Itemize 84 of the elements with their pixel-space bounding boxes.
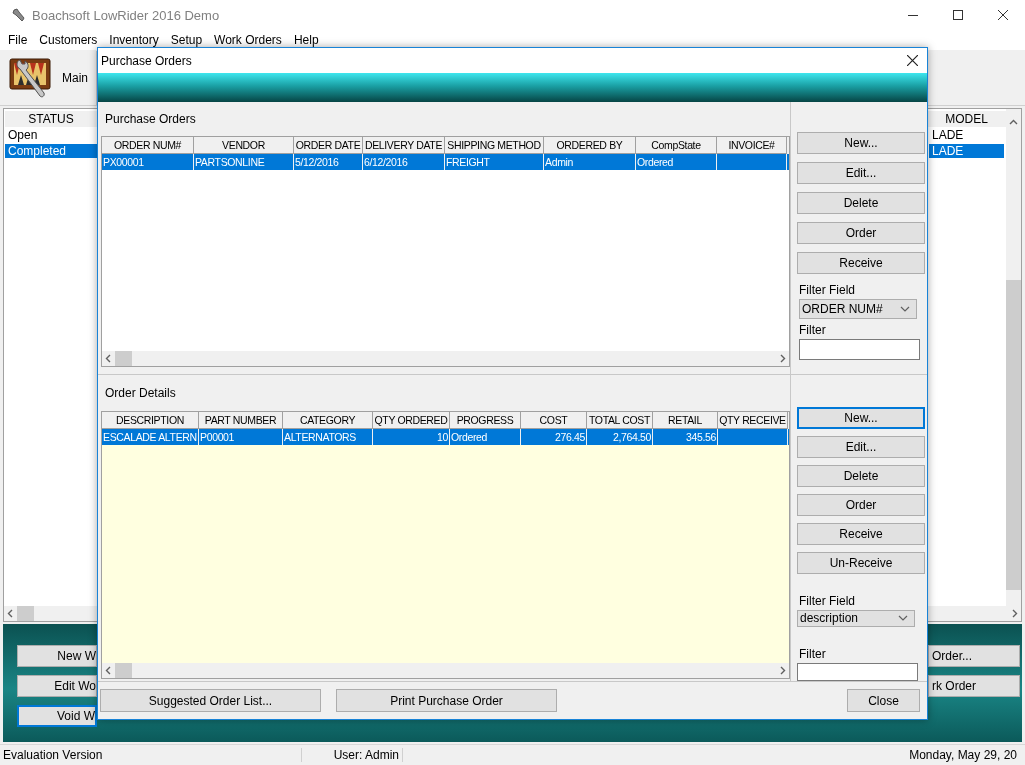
- table-cell[interactable]: LADE: [929, 144, 1004, 158]
- table-cell[interactable]: Open: [5, 128, 97, 142]
- action-button[interactable]: New...: [797, 132, 925, 154]
- filter-input[interactable]: [797, 662, 918, 681]
- filter-field-dropdown[interactable]: description: [797, 610, 915, 627]
- table-cell: FREIGHT: [445, 154, 544, 170]
- filter-field-label: Filter Field: [798, 594, 856, 608]
- maximize-icon: [952, 10, 963, 20]
- action-button[interactable]: Edit Wo: [17, 675, 97, 697]
- action-button[interactable]: Delete: [797, 192, 925, 214]
- toolbar-button[interactable]: Main: [6, 50, 97, 105]
- minimize-icon: [907, 14, 918, 16]
- table-cell: 2,764.50: [587, 429, 653, 445]
- table-cell: 5/12/2016: [294, 154, 363, 170]
- section-label: Order Details: [104, 385, 177, 402]
- filter-input[interactable]: [799, 339, 920, 360]
- action-button[interactable]: Edit...: [797, 436, 925, 458]
- action-button[interactable]: Un-Receive: [797, 552, 925, 574]
- action-button[interactable]: Order: [797, 494, 925, 516]
- table-row[interactable]: PX00001 PARTSONLINE 5/12/2016 6/12/2016 FREIGHT Admin Ordered: [102, 154, 789, 170]
- scroll-left-icon[interactable]: [7, 609, 14, 618]
- scroll-left-icon[interactable]: [105, 666, 112, 675]
- filter-label: Filter: [798, 323, 827, 337]
- menu-item[interactable]: Inventory: [103, 33, 165, 47]
- filter-field-label: Filter Field: [798, 283, 856, 297]
- window-title: Boachsoft LowRider 2016 Demo: [32, 7, 221, 23]
- menu-item[interactable]: Customers: [33, 33, 104, 47]
- table-cell[interactable]: LADE: [929, 128, 1004, 142]
- action-button[interactable]: Order...: [928, 645, 1020, 667]
- table-cell: PX00001: [102, 154, 194, 170]
- action-button[interactable]: Delete: [797, 465, 925, 487]
- close-icon: [906, 55, 918, 66]
- table-cell: ALTERNATORS: [283, 429, 373, 445]
- action-button[interactable]: Order: [797, 222, 925, 244]
- scroll-thumb[interactable]: [1006, 280, 1021, 590]
- menu-item[interactable]: Help: [287, 33, 325, 47]
- table-row[interactable]: ESCALADE ALTERN P00001 ALTERNATORS 10 Ordered 276.45 2,764.50 345.56: [102, 429, 789, 445]
- table-cell: Ordered: [450, 429, 521, 445]
- column-header[interactable]: STATUS: [5, 112, 97, 126]
- action-button[interactable]: Edit...: [797, 162, 925, 184]
- table-cell: 276.45: [521, 429, 587, 445]
- close-dialog-button[interactable]: Close: [847, 689, 920, 712]
- menu-item[interactable]: Work Orders: [208, 33, 288, 47]
- action-button[interactable]: New W: [17, 645, 97, 667]
- menu-item[interactable]: Setup: [164, 33, 209, 47]
- table-cell: Ordered: [636, 154, 717, 170]
- table-cell: 10: [373, 429, 450, 445]
- filter-field-dropdown[interactable]: ORDER NUM#: [799, 299, 917, 319]
- scroll-left-icon[interactable]: [105, 354, 112, 363]
- scroll-right-icon[interactable]: [1011, 609, 1018, 618]
- table-cell: ESCALADE ALTERN: [102, 429, 199, 445]
- table-cell: 6/12/2016: [363, 154, 445, 170]
- action-button[interactable]: New...: [797, 407, 925, 429]
- menu-item[interactable]: File: [2, 33, 34, 47]
- scroll-thumb[interactable]: [17, 606, 34, 621]
- close-icon: [997, 10, 1008, 20]
- scroll-thumb[interactable]: [115, 351, 132, 366]
- table-cell: P00001: [199, 429, 283, 445]
- vertical-scrollbar[interactable]: [1006, 109, 1021, 606]
- column-header[interactable]: MODEL: [929, 112, 1004, 126]
- action-button[interactable]: Suggested Order List...: [100, 689, 321, 712]
- action-button[interactable]: Receive: [797, 252, 925, 274]
- table-cell[interactable]: Completed: [5, 144, 97, 158]
- filter-label: Filter: [798, 646, 827, 661]
- action-button[interactable]: Void W: [17, 705, 97, 727]
- status-text: Evaluation Version: [0, 748, 302, 762]
- chevron-down-icon: [898, 615, 908, 622]
- table-cell: 345.56: [653, 429, 718, 445]
- status-text: User: Admin: [302, 748, 403, 762]
- toolbar-label: Main: [62, 70, 88, 85]
- horizontal-scrollbar[interactable]: [102, 351, 789, 366]
- chevron-down-icon: [900, 306, 910, 312]
- table-cell: Admin: [544, 154, 636, 170]
- scroll-thumb[interactable]: [115, 663, 132, 678]
- status-text: Monday, May 29, 20: [908, 748, 1018, 762]
- section-label: Purchase Orders: [104, 111, 197, 128]
- action-button[interactable]: Receive: [797, 523, 925, 545]
- table-cell: PARTSONLINE: [194, 154, 294, 170]
- dialog-title: Purchase Orders: [101, 53, 193, 68]
- action-button[interactable]: Print Purchase Order: [336, 689, 557, 712]
- scroll-right-icon[interactable]: [779, 354, 786, 363]
- action-button[interactable]: rk Order: [928, 675, 1020, 697]
- horizontal-scrollbar[interactable]: [102, 663, 789, 678]
- scroll-right-icon[interactable]: [779, 666, 786, 675]
